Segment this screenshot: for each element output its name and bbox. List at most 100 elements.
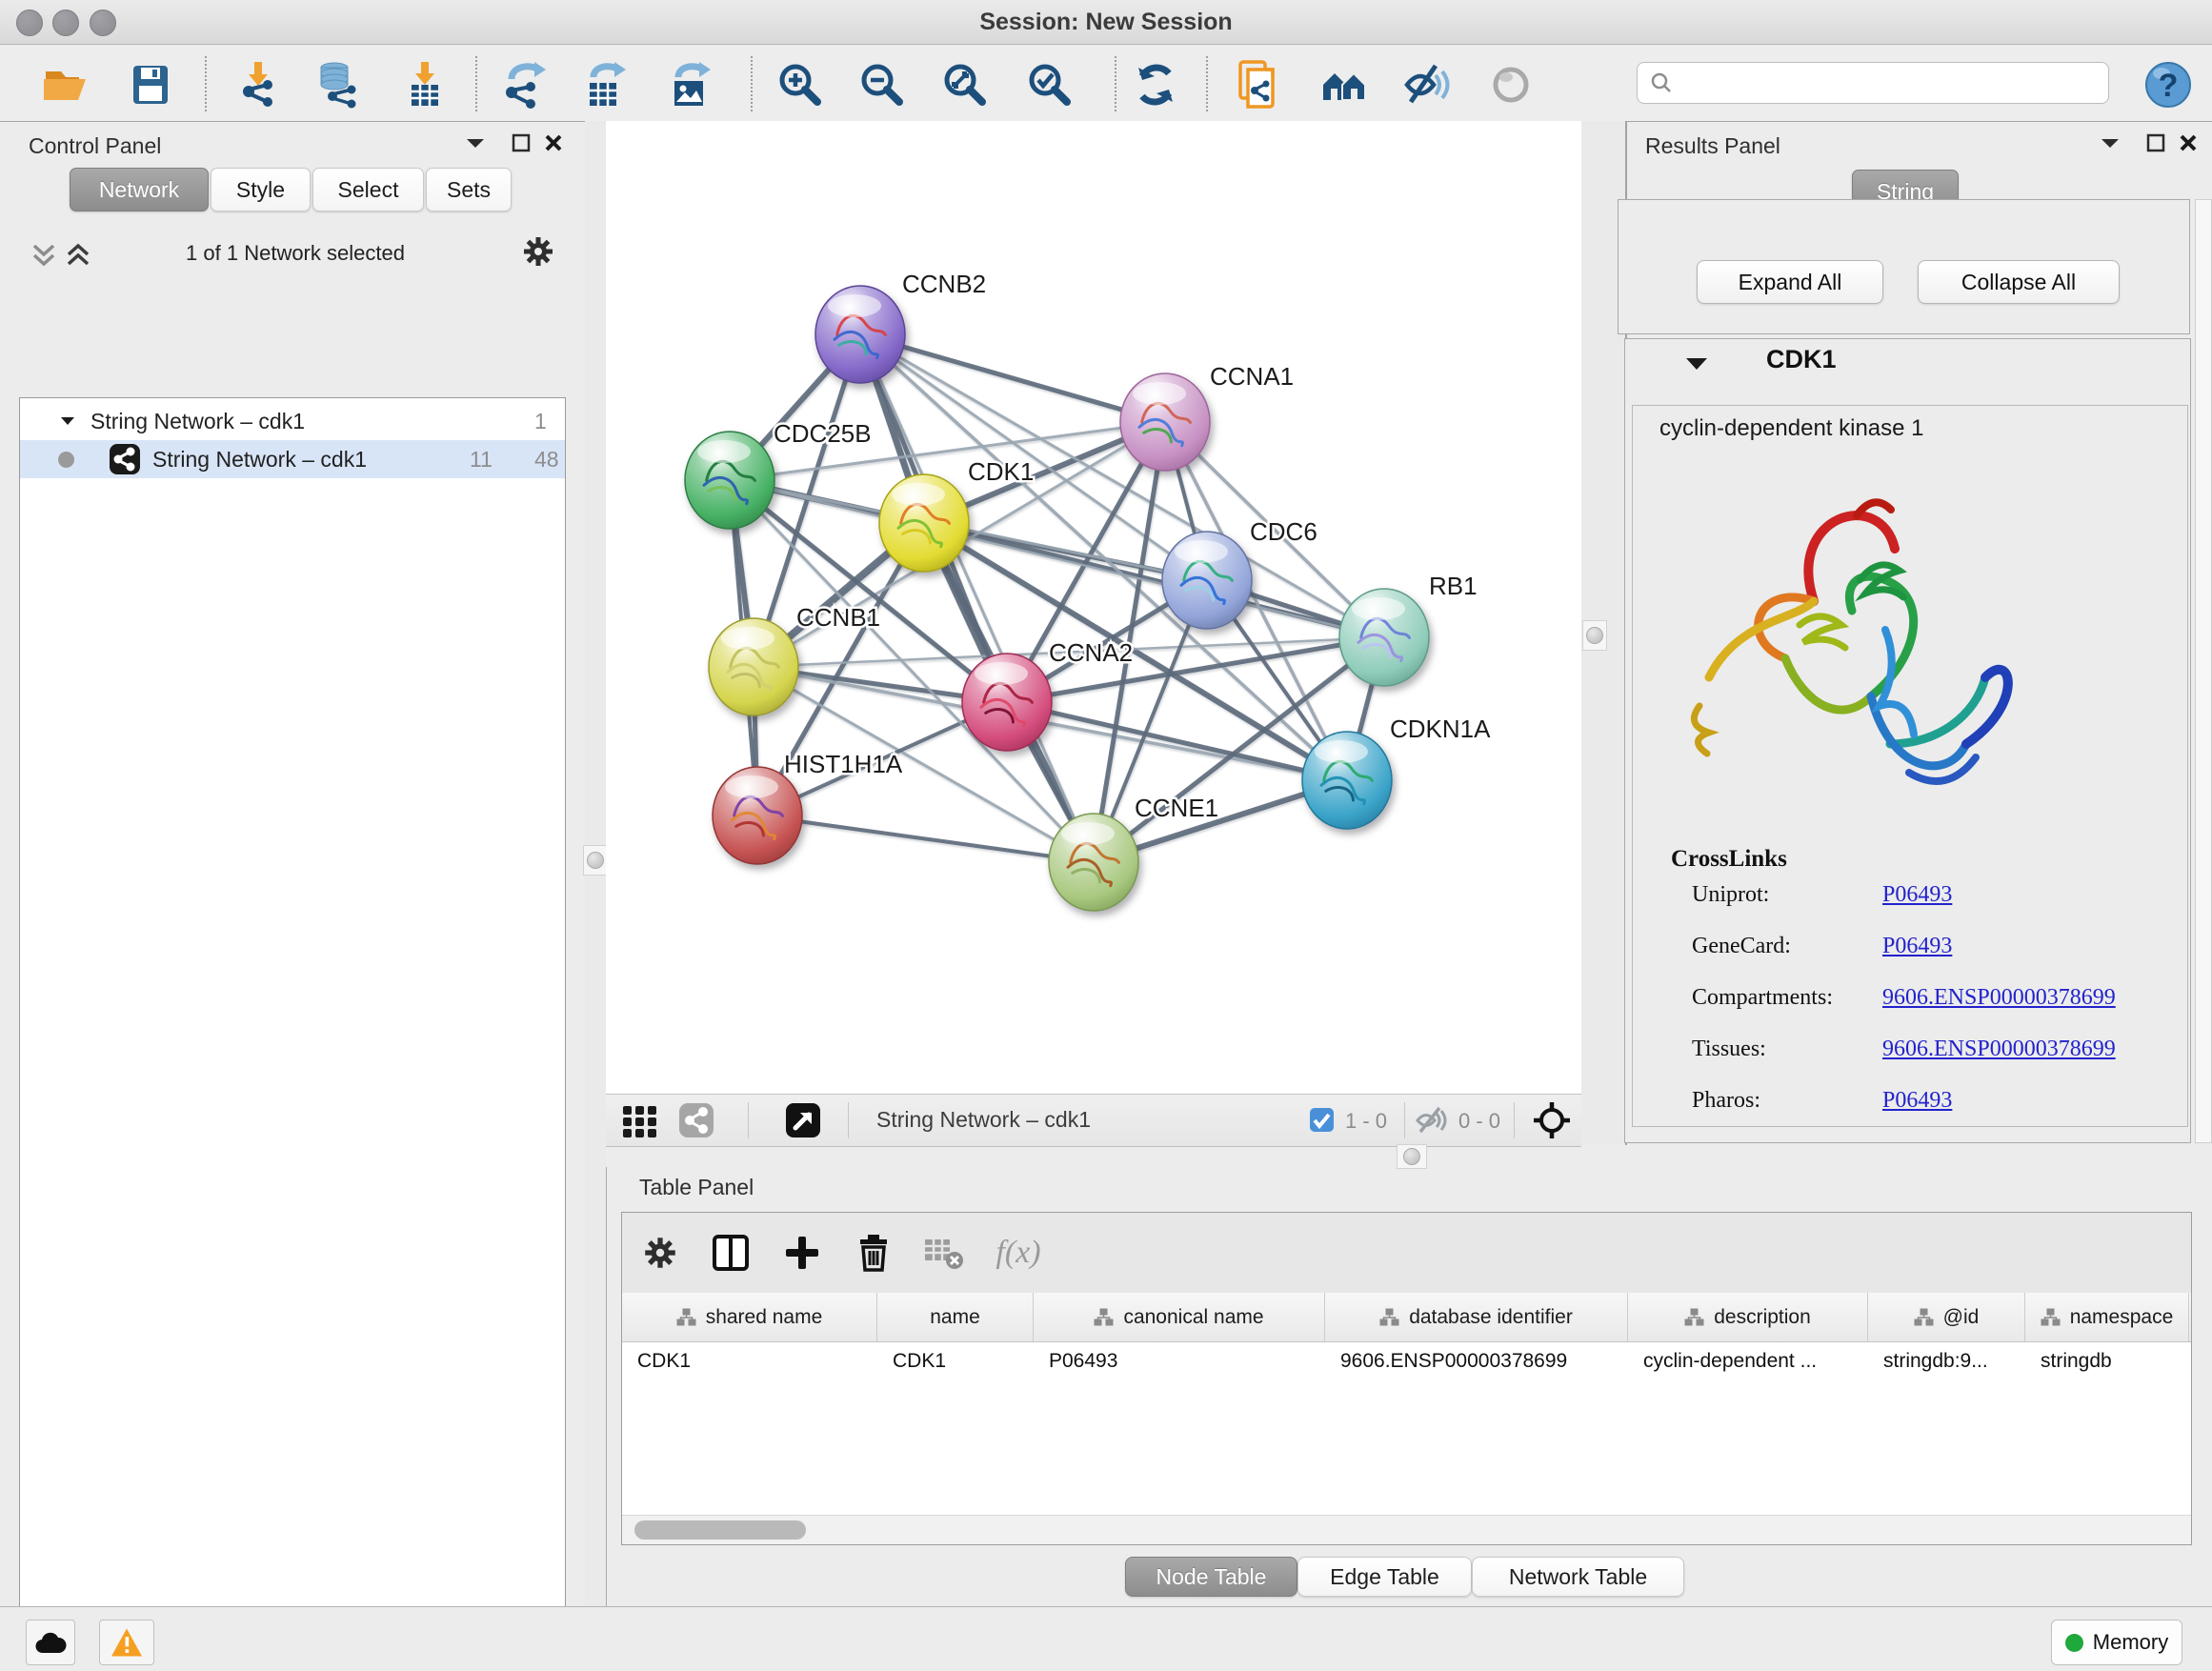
delete-table-icon[interactable] — [919, 1228, 969, 1278]
expand-all-tree-icon[interactable] — [63, 240, 95, 275]
network-options-gear-icon[interactable] — [520, 233, 556, 274]
crosslink-link[interactable]: P06493 — [1882, 882, 1952, 908]
add-column-icon[interactable] — [777, 1228, 827, 1278]
refresh-view-icon[interactable] — [1129, 58, 1182, 111]
open-session-icon[interactable] — [38, 58, 91, 111]
table-cell[interactable]: stringdb — [2025, 1342, 2189, 1380]
network-node-CCNB2[interactable] — [815, 286, 905, 383]
network-node-HIST1H1A[interactable] — [713, 767, 802, 864]
column-header-canonical-name[interactable]: canonical name — [1034, 1293, 1325, 1341]
network-view-share-icon[interactable] — [678, 1102, 714, 1143]
copy-network-to-clipboard-icon[interactable] — [1233, 58, 1286, 111]
tab-network-table[interactable]: Network Table — [1472, 1557, 1684, 1597]
entry-expander-icon[interactable] — [1684, 355, 1709, 372]
selected-checkbox-icon[interactable] — [1309, 1107, 1335, 1137]
search-input[interactable] — [1674, 70, 2108, 96]
zoom-selected-icon[interactable] — [1023, 58, 1076, 111]
crosslink-link[interactable]: P06493 — [1882, 934, 1952, 959]
network-canvas[interactable]: CCNB2CCNA1CDC25BCDK1CDC6RB1CCNB1CCNA2CDK… — [606, 121, 1581, 1094]
birds-eye-view-icon[interactable] — [785, 1102, 821, 1143]
horizontal-splitter[interactable] — [606, 1147, 2212, 1167]
column-sort-tree-icon — [1914, 1308, 1934, 1326]
network-node-CDK1[interactable] — [879, 474, 969, 572]
zoom-out-icon[interactable] — [855, 58, 909, 111]
hide-panels-icon[interactable] — [1401, 58, 1455, 111]
network-row-selected[interactable]: String Network – cdk1 11 48 — [20, 440, 565, 478]
column-header-name[interactable]: name — [877, 1293, 1034, 1341]
fit-selection-crosshair-icon[interactable] — [1532, 1100, 1572, 1145]
crosslink-link[interactable]: 9606.ENSP00000378699 — [1882, 985, 2116, 1011]
network-node-CDC6[interactable] — [1162, 532, 1252, 629]
show-columns-icon[interactable] — [706, 1228, 755, 1278]
network-collection-row[interactable]: String Network – cdk1 1 — [20, 402, 565, 440]
control-panel-float-icon[interactable] — [507, 131, 535, 155]
network-edge[interactable] — [757, 815, 1094, 862]
control-panel-close-icon[interactable] — [539, 131, 568, 155]
left-splitter[interactable] — [585, 121, 607, 1606]
delete-columns-trash-icon[interactable] — [849, 1228, 898, 1278]
grid-view-icon[interactable] — [621, 1102, 659, 1145]
results-panel-menu-icon[interactable] — [2096, 131, 2124, 155]
search-field[interactable] — [1637, 62, 2109, 104]
scrollbar-thumb[interactable] — [634, 1520, 806, 1540]
import-network-from-database-icon[interactable] — [312, 58, 365, 111]
network-edge[interactable] — [860, 334, 1094, 862]
results-panel-float-icon[interactable] — [2142, 131, 2170, 155]
results-scrollbar[interactable] — [2195, 199, 2212, 1143]
table-cell[interactable]: CDK1 — [622, 1342, 877, 1380]
expand-all-button[interactable]: Expand All — [1697, 260, 1883, 304]
zoom-in-icon[interactable] — [774, 58, 827, 111]
crosslink-link[interactable]: P06493 — [1882, 1088, 1952, 1114]
cloud-status-button[interactable] — [26, 1620, 75, 1665]
help-icon[interactable]: ? — [2142, 58, 2195, 111]
network-node-RB1[interactable] — [1339, 589, 1429, 686]
table-cell[interactable]: cyclin-dependent ... — [1628, 1342, 1868, 1380]
table-cell[interactable]: stringdb:9... — [1868, 1342, 2025, 1380]
tab-network[interactable]: Network — [70, 168, 209, 211]
zoom-fit-content-icon[interactable] — [938, 58, 992, 111]
tab-sets[interactable]: Sets — [426, 168, 512, 211]
crosslink-link[interactable]: 9606.ENSP00000378699 — [1882, 1037, 2116, 1062]
table-horizontal-scrollbar[interactable] — [622, 1515, 2191, 1544]
show-panels-icon[interactable] — [1484, 58, 1538, 111]
export-table-icon[interactable] — [578, 58, 632, 111]
export-network-icon[interactable] — [496, 58, 550, 111]
table-cell[interactable]: 9606.ENSP00000378699 — [1325, 1342, 1628, 1380]
network-node-CCNA2[interactable] — [962, 654, 1052, 751]
network-node-CCNB1[interactable] — [709, 618, 798, 715]
tab-style[interactable]: Style — [211, 168, 311, 211]
table-cell[interactable]: CDK1 — [877, 1342, 1034, 1380]
table-settings-gear-icon[interactable] — [635, 1228, 685, 1278]
results-panel-close-icon[interactable] — [2174, 131, 2202, 155]
control-panel-menu-icon[interactable] — [461, 131, 490, 155]
column-header-namespace[interactable]: namespace — [2025, 1293, 2189, 1341]
tab-node-table[interactable]: Node Table — [1125, 1557, 1297, 1597]
save-session-icon[interactable] — [124, 58, 177, 111]
collection-expander-icon[interactable] — [60, 415, 75, 427]
right-splitter-handle[interactable] — [1582, 620, 1607, 651]
network-node-CDC25B[interactable] — [685, 432, 774, 529]
return-to-gallery-icon[interactable] — [1317, 58, 1371, 111]
warning-status-button[interactable] — [99, 1620, 154, 1665]
export-image-icon[interactable] — [663, 58, 716, 111]
tab-select[interactable]: Select — [312, 168, 424, 211]
column-header--id[interactable]: @id — [1868, 1293, 2025, 1341]
tab-edge-table[interactable]: Edge Table — [1297, 1557, 1472, 1597]
search-icon — [1649, 70, 1674, 95]
network-node-CCNE1[interactable] — [1049, 814, 1138, 911]
column-header-shared-name[interactable]: shared name — [622, 1293, 877, 1341]
left-splitter-handle[interactable] — [583, 845, 608, 876]
collapse-all-tree-icon[interactable] — [29, 240, 61, 275]
network-node-CDKN1A[interactable] — [1302, 732, 1392, 829]
table-row[interactable]: CDK1CDK1P064939606.ENSP00000378699cyclin… — [622, 1342, 2191, 1380]
network-edge[interactable] — [1007, 702, 1347, 780]
import-network-from-file-icon[interactable] — [231, 58, 285, 111]
table-cell[interactable]: P06493 — [1034, 1342, 1325, 1380]
horizontal-splitter-handle[interactable] — [1397, 1144, 1427, 1169]
import-table-from-file-icon[interactable] — [398, 58, 452, 111]
memory-button[interactable]: Memory — [2051, 1620, 2182, 1665]
network-node-CCNA1[interactable] — [1120, 373, 1210, 471]
column-header-description[interactable]: description — [1628, 1293, 1868, 1341]
collapse-all-button[interactable]: Collapse All — [1918, 260, 2120, 304]
column-header-database-identifier[interactable]: database identifier — [1325, 1293, 1628, 1341]
